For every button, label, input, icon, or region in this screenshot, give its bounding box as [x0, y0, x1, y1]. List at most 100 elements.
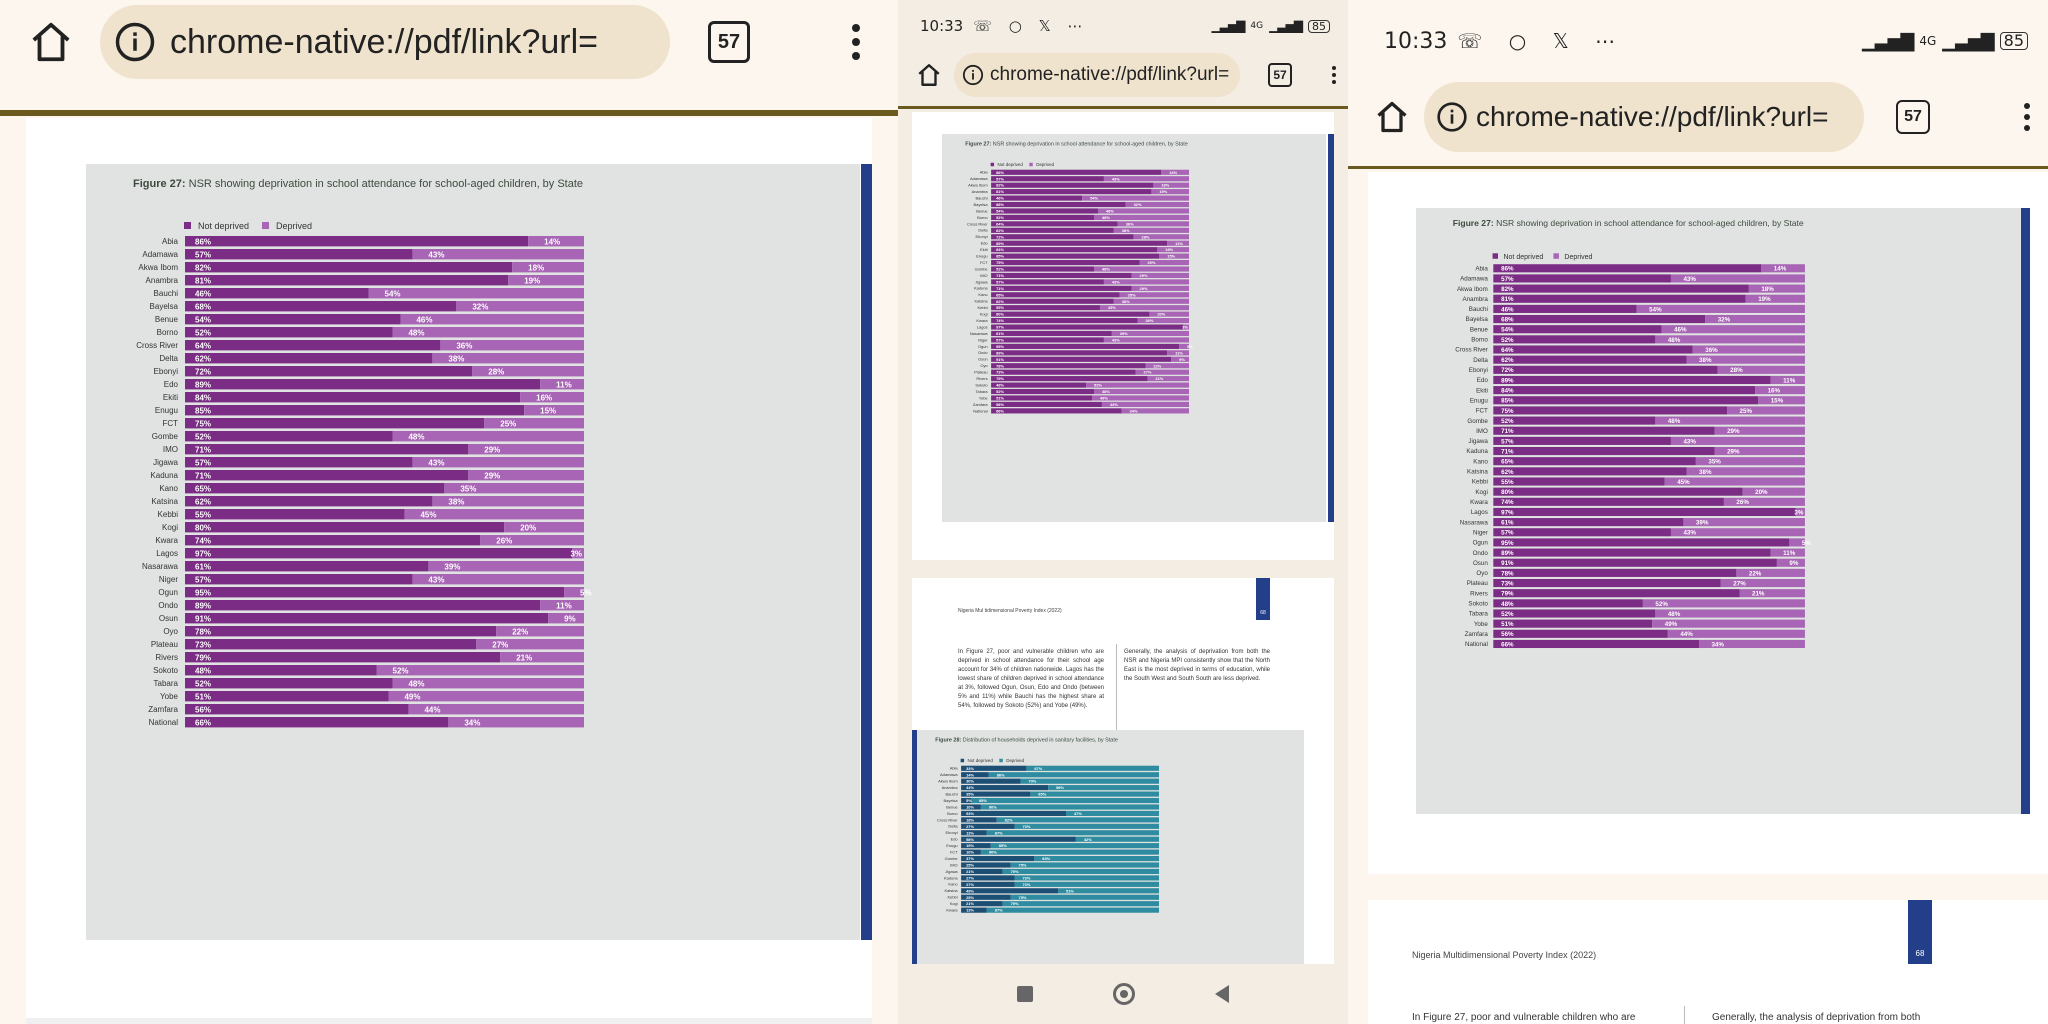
- data-label-not-deprived: 27%: [966, 875, 974, 880]
- tab-switcher-button[interactable]: 57: [1268, 63, 1292, 87]
- category-label: Borno: [977, 215, 988, 220]
- data-label-not-deprived: 82%: [1501, 286, 1514, 293]
- data-label-not-deprived: 65%: [1501, 459, 1514, 466]
- clock: 10:33: [920, 17, 964, 35]
- data-label-deprived: 14%: [1169, 170, 1177, 175]
- data-label-not-deprived: 51%: [195, 692, 211, 701]
- category-label: Jigawa: [1468, 438, 1488, 445]
- category-label: Abia: [950, 766, 959, 771]
- bar-not-deprived: [1493, 558, 1777, 567]
- tab-switcher-button[interactable]: 57: [1896, 100, 1930, 134]
- category-label: Abia: [980, 170, 989, 175]
- figure-28-panel: Figure 28: Distribution of households de…: [912, 730, 1304, 968]
- data-label-not-deprived: 21%: [966, 869, 974, 874]
- category-label: IMO: [950, 862, 957, 867]
- home-icon[interactable]: [28, 19, 74, 65]
- url-text[interactable]: chrome-native://pdf/link?url=: [1476, 101, 1829, 133]
- data-label-deprived: 65%: [1038, 792, 1046, 797]
- data-label-deprived: 25%: [1740, 408, 1753, 415]
- category-label: Edo: [981, 241, 989, 246]
- category-label: Anambra: [972, 189, 989, 194]
- info-icon[interactable]: [1436, 101, 1468, 133]
- category-label: Abia: [1475, 265, 1488, 272]
- category-label: Plateau: [151, 640, 178, 649]
- category-label: Kwara: [976, 318, 988, 323]
- info-icon[interactable]: [962, 64, 984, 86]
- category-label: Jigawa: [153, 458, 178, 467]
- url-text[interactable]: chrome-native://pdf/link?url=: [170, 23, 598, 62]
- bar-not-deprived: [1493, 589, 1740, 598]
- legend-label-not-deprived: Not deprived: [998, 162, 1024, 167]
- data-label-deprived: 32%: [1718, 316, 1731, 323]
- data-label-deprived: 48%: [1102, 389, 1110, 394]
- url-bar[interactable]: chrome-native://pdf/link?url=: [100, 5, 670, 79]
- bar-deprived: [496, 626, 584, 637]
- data-label-deprived: 9%: [1789, 560, 1798, 567]
- category-label: Edo: [164, 380, 179, 389]
- data-label-deprived: 87%: [995, 908, 1003, 913]
- data-label-not-deprived: 21%: [966, 901, 974, 906]
- category-label: Katsina: [1467, 469, 1488, 476]
- bar-deprived: [1030, 791, 1160, 797]
- category-label: Bauchi: [1469, 306, 1488, 313]
- data-label-deprived: 75%: [1019, 863, 1027, 868]
- data-label-deprived: 43%: [1112, 337, 1120, 342]
- data-label-not-deprived: 64%: [996, 221, 1004, 226]
- more-vert-icon[interactable]: [1332, 66, 1336, 84]
- recents-button[interactable]: [1017, 986, 1033, 1002]
- bar-not-deprived: [991, 395, 1093, 401]
- bar-deprived: [986, 830, 1160, 836]
- url-bar[interactable]: chrome-native://pdf/link?url=: [954, 53, 1240, 97]
- data-label-not-deprived: 57%: [996, 337, 1004, 342]
- data-label-not-deprived: 10%: [966, 850, 974, 855]
- url-text[interactable]: chrome-native://pdf/link?url=: [990, 64, 1229, 86]
- bar-not-deprived: [991, 201, 1126, 208]
- data-label-deprived: 5%: [1802, 540, 1811, 547]
- bar-deprived: [1002, 901, 1160, 907]
- bar-deprived: [500, 652, 584, 663]
- side-accent-band: [912, 730, 917, 968]
- bar-deprived: [1739, 589, 1805, 598]
- more-vert-icon[interactable]: [852, 24, 860, 60]
- home-button[interactable]: [1113, 983, 1135, 1005]
- data-label-deprived: 46%: [1674, 327, 1687, 334]
- data-label-not-deprived: 95%: [1501, 540, 1514, 547]
- data-label-deprived: 49%: [404, 692, 420, 701]
- data-label-deprived: 11%: [556, 380, 572, 389]
- data-label-deprived: 9%: [564, 614, 576, 623]
- battery-indicator: 85: [1999, 32, 2028, 50]
- data-label-deprived: 54%: [385, 289, 401, 298]
- bar-not-deprived: [1493, 365, 1718, 374]
- data-label-deprived: 36%: [1705, 347, 1718, 354]
- category-label: Niger: [159, 575, 178, 584]
- category-label: Sokoto: [975, 382, 988, 387]
- back-button[interactable]: [1215, 985, 1229, 1003]
- legend-swatch-deprived: [999, 758, 1003, 763]
- data-label-not-deprived: 73%: [996, 370, 1004, 375]
- data-label-not-deprived: 55%: [1501, 479, 1514, 486]
- bar-not-deprived: [185, 639, 477, 650]
- info-icon[interactable]: [114, 21, 156, 63]
- category-label: Bauchi: [976, 195, 988, 200]
- data-label-not-deprived: 52%: [1501, 337, 1514, 344]
- category-label: Ondo: [158, 601, 178, 610]
- bar-not-deprived: [185, 535, 481, 546]
- bar-not-deprived: [991, 259, 1140, 266]
- category-label: Benue: [1470, 326, 1489, 333]
- legend-label-not-deprived: Not deprived: [968, 758, 994, 763]
- bar-not-deprived: [1493, 497, 1724, 506]
- data-label-not-deprived: 58%: [966, 837, 974, 842]
- home-icon[interactable]: [1374, 99, 1410, 135]
- category-label: Delta: [159, 354, 178, 363]
- more-vert-icon[interactable]: [2024, 103, 2030, 131]
- data-label-not-deprived: 74%: [195, 536, 211, 545]
- legend-swatch-not-deprived: [960, 758, 965, 763]
- bar-not-deprived: [185, 652, 501, 663]
- url-bar[interactable]: chrome-native://pdf/link?url=: [1424, 82, 1864, 152]
- home-icon[interactable]: [916, 62, 942, 88]
- category-label: Sokoto: [153, 666, 178, 675]
- category-label: IMO: [980, 273, 987, 278]
- category-label: Kaduna: [974, 286, 988, 291]
- bar-not-deprived: [1493, 639, 1699, 649]
- tab-switcher-button[interactable]: 57: [708, 21, 750, 63]
